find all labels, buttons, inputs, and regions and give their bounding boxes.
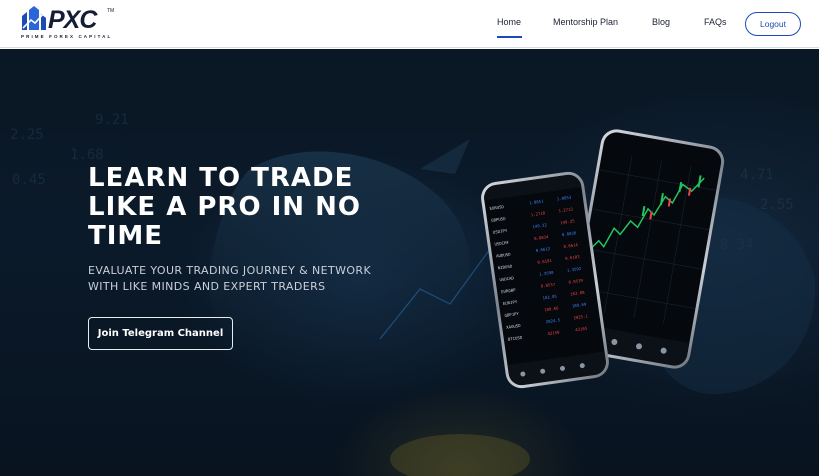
brand-name: PXC	[48, 6, 97, 34]
svg-text:1.0851: 1.0851	[529, 198, 545, 205]
svg-text:2025.1: 2025.1	[573, 313, 589, 320]
svg-text:162.05: 162.05	[542, 293, 558, 300]
svg-text:1.2710: 1.2710	[530, 210, 546, 217]
nav-faqs[interactable]: FAQs	[704, 17, 727, 27]
svg-text:1.2713: 1.2713	[558, 206, 574, 213]
hero-section: 2.25 1.68 0.45 9.21 4.71 2.55 8.34 LEARN TO…	[0, 49, 819, 476]
svg-text:2.25: 2.25	[10, 127, 44, 143]
svg-text:USDJPY: USDJPY	[493, 228, 509, 235]
nav-active-indicator	[497, 36, 522, 38]
svg-text:NZDUSD: NZDUSD	[498, 263, 514, 270]
svg-text:0.6103: 0.6103	[565, 254, 581, 261]
site-header: PXC TM PRIME FOREX CAPITAL Home Mentorsh…	[0, 0, 819, 48]
svg-text:189.66: 189.66	[544, 305, 560, 312]
svg-text:EURUSD: EURUSD	[489, 204, 505, 211]
svg-text:1.0853: 1.0853	[557, 194, 573, 201]
svg-text:USDCHF: USDCHF	[494, 240, 510, 247]
nav-home[interactable]: Home	[497, 17, 521, 27]
building-arrow-icon	[22, 6, 47, 30]
svg-text:42165: 42165	[575, 326, 588, 333]
svg-text:USDCAD: USDCAD	[499, 275, 515, 282]
svg-text:162.08: 162.08	[570, 290, 586, 297]
svg-text:0.45: 0.45	[12, 172, 46, 188]
svg-text:0.6612: 0.6612	[535, 246, 551, 253]
trademark-mark: TM	[107, 8, 115, 14]
nav-blog[interactable]: Blog	[652, 17, 670, 27]
svg-text:2.55: 2.55	[760, 197, 794, 213]
svg-text:EURGBP: EURGBP	[501, 287, 517, 294]
hero-title: LEARN TO TRADE LIKE A PRO IN NO TIME	[88, 163, 361, 251]
svg-text:189.69: 189.69	[572, 301, 588, 308]
svg-text:149.25: 149.25	[560, 218, 576, 225]
svg-text:1.68: 1.68	[70, 147, 104, 163]
svg-text:XAUUSD: XAUUSD	[506, 323, 522, 330]
svg-text:0.6101: 0.6101	[537, 258, 553, 265]
nav-mentorship-plan[interactable]: Mentorship Plan	[553, 17, 618, 27]
svg-text:4.71: 4.71	[740, 167, 774, 183]
svg-text:0.8834: 0.8834	[534, 234, 550, 241]
svg-text:1.3592: 1.3592	[567, 266, 583, 273]
brand-tagline: PRIME FOREX CAPITAL	[21, 34, 113, 39]
hero-subtitle: EVALUATE YOUR TRADING JOURNEY & NETWORK …	[88, 264, 372, 293]
svg-text:GBPUSD: GBPUSD	[491, 216, 507, 223]
svg-text:2024.5: 2024.5	[545, 317, 561, 324]
svg-text:42150: 42150	[547, 329, 560, 336]
svg-text:AUDUSD: AUDUSD	[496, 251, 512, 258]
svg-text:0.8539: 0.8539	[568, 278, 584, 285]
svg-text:GBPJPY: GBPJPY	[504, 311, 520, 318]
brand-logo[interactable]: PXC TM PRIME FOREX CAPITAL	[20, 6, 120, 42]
svg-text:EURJPY: EURJPY	[503, 299, 519, 306]
svg-text:149.22: 149.22	[532, 222, 548, 229]
svg-text:9.21: 9.21	[95, 112, 129, 128]
join-telegram-button[interactable]: Join Telegram Channel	[88, 317, 233, 350]
logout-button[interactable]: Logout	[745, 12, 801, 36]
svg-text:0.8537: 0.8537	[540, 282, 556, 289]
svg-text:0.6614: 0.6614	[563, 242, 579, 249]
svg-text:0.8836: 0.8836	[562, 230, 578, 237]
svg-text:1.3590: 1.3590	[539, 270, 555, 277]
svg-text:BTCUSD: BTCUSD	[508, 335, 524, 342]
